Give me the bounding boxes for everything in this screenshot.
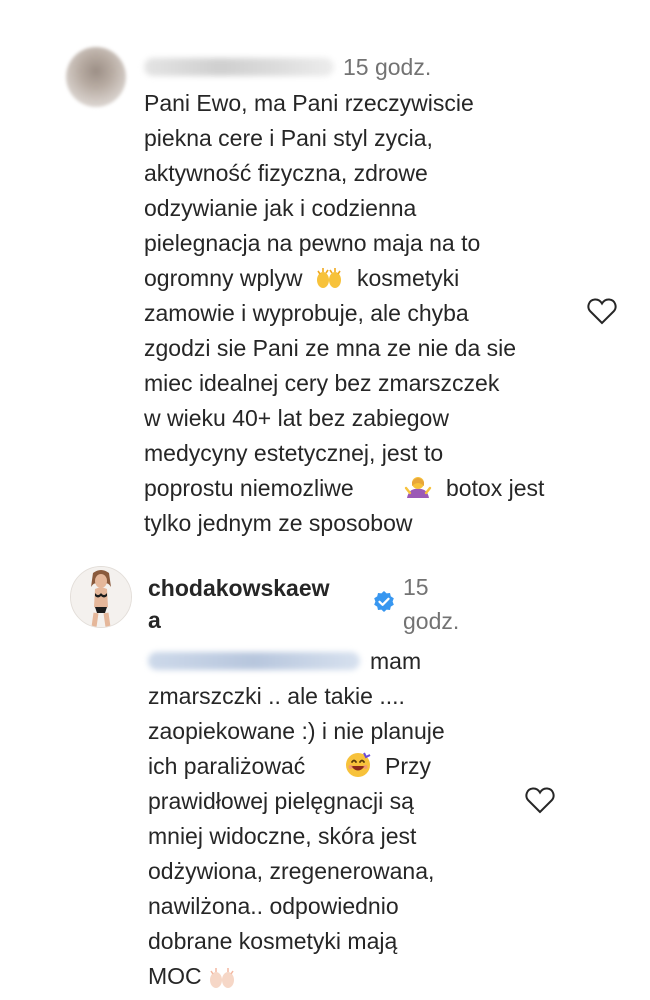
- comment-text-line: piekna cere i Pani styl zycia,: [144, 125, 433, 151]
- comment-text-line: ich paraliżować: [148, 753, 306, 779]
- username-blurred[interactable]: [144, 58, 334, 76]
- avatar[interactable]: [66, 47, 126, 107]
- heart-icon[interactable]: [587, 297, 617, 325]
- comment-text-line: dobrane kosmetyki mają: [148, 928, 398, 954]
- comment-text-line: aktywność fizyczna, zdrowe: [144, 160, 428, 186]
- verified-badge-icon: [374, 591, 394, 612]
- comment-text-line: zaopiekowane :) i nie planuje: [148, 718, 445, 744]
- profile-photo-icon: [71, 567, 131, 627]
- comment-text-line: Pani Ewo, ma Pani rzeczywiscie: [144, 90, 474, 116]
- username[interactable]: chodakowskaew: [148, 572, 330, 604]
- comment-text-line: odzywianie jak i codzienna: [144, 195, 417, 221]
- username-continuation[interactable]: a: [148, 604, 161, 636]
- comment-text-line: botox jest: [446, 475, 545, 501]
- comment-text-line: tylko jednym ze sposobow: [144, 510, 413, 536]
- timestamp[interactable]: 15 godz.: [343, 52, 431, 82]
- raised-hands-icon: [210, 968, 234, 988]
- comment-text-line: Przy: [385, 753, 431, 779]
- comment-text-line: medycyny estetycznej, jest to: [144, 440, 444, 466]
- comment-text-line: mniej widoczne, skóra jest: [148, 823, 417, 849]
- timestamp-continuation[interactable]: godz.: [403, 606, 459, 636]
- comment-text-line: prawidłowej pielęgnacji są: [148, 788, 414, 814]
- comment-text-line: zamowie i wyprobuje, ale chyba: [144, 300, 469, 326]
- avatar[interactable]: [70, 566, 132, 628]
- comment-text-line: ogromny wplyw: [144, 265, 303, 291]
- comment-text-line: poprostu niemozliwe: [144, 475, 354, 501]
- heart-icon[interactable]: [525, 786, 555, 814]
- comment-text-line: w wieku 40+ lat bez zabiegow: [144, 405, 449, 431]
- comment-text-line: miec idealnej cery bez zmarszczek: [144, 370, 500, 396]
- comment-text-line: MOC: [148, 963, 202, 989]
- raising-hands-icon: [317, 268, 341, 288]
- comment-text-line: pielegnacja na pewno maja na to: [144, 230, 481, 256]
- comment-text-line: zmarszczki .. ale takie ....: [148, 683, 405, 709]
- timestamp[interactable]: 15: [403, 572, 429, 602]
- comment-text-line: kosmetyki: [357, 265, 460, 291]
- smiling-face-icon: [346, 752, 371, 777]
- comment-text-line: odżywiona, zregenerowana,: [148, 858, 435, 884]
- comment-text-line: zgodzi sie Pani ze mna ze nie da sie: [144, 335, 517, 361]
- shrugging-woman-icon: [404, 477, 432, 498]
- comment-text-line: nawilżona.. odpowiednio: [148, 893, 399, 919]
- comment-text-line: mam: [370, 648, 422, 674]
- mention-blurred[interactable]: [148, 652, 360, 670]
